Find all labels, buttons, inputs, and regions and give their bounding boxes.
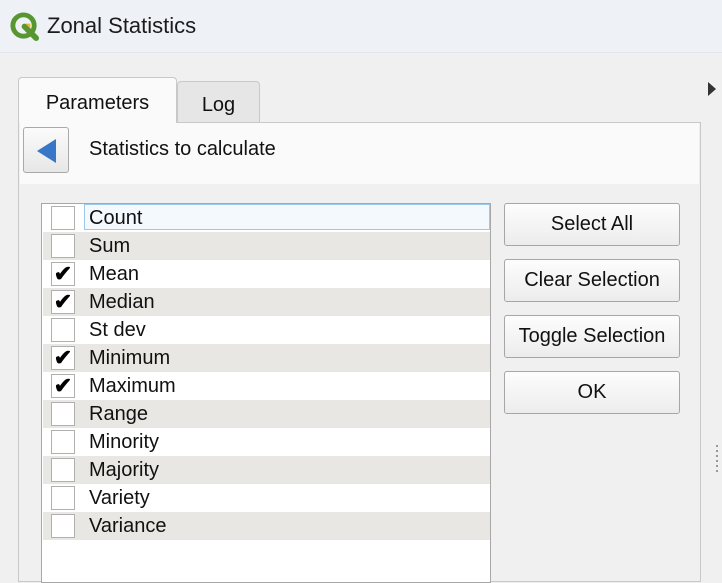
list-item[interactable]: Range — [43, 400, 490, 428]
list-item[interactable]: Sum — [43, 232, 490, 260]
qgis-logo-icon — [10, 12, 40, 42]
list-item[interactable]: Count — [43, 204, 490, 232]
statistics-list[interactable]: Count Sum ✔ Mean ✔ Median St dev ✔ Minimum ✔ Maxim… — [41, 203, 491, 583]
checkbox[interactable] — [51, 486, 75, 510]
title-bar: Zonal Statistics — [0, 0, 722, 52]
list-item[interactable]: Variance — [43, 512, 490, 540]
list-item-label: Variance — [89, 515, 167, 537]
list-item-label: Mean — [89, 263, 140, 285]
list-item-label: Minority — [89, 431, 160, 453]
list-item-label: St dev — [89, 319, 146, 341]
list-item-label: Majority — [89, 459, 160, 481]
checkbox-checked[interactable]: ✔ — [51, 374, 75, 398]
checkbox[interactable] — [51, 458, 75, 482]
checkbox[interactable] — [51, 206, 75, 230]
checkbox-checked[interactable]: ✔ — [51, 290, 75, 314]
resize-grip-icon[interactable] — [716, 445, 718, 475]
checkbox[interactable] — [51, 430, 75, 454]
checkbox-checked[interactable]: ✔ — [51, 262, 75, 286]
list-item-label: Range — [89, 403, 148, 425]
list-item[interactable]: Minority — [43, 428, 490, 456]
checkbox[interactable] — [51, 234, 75, 258]
list-item-label: Sum — [89, 235, 131, 257]
ok-button[interactable]: OK — [504, 371, 680, 414]
expand-panel-icon[interactable] — [708, 82, 716, 96]
list-item[interactable]: ✔ Maximum — [43, 372, 490, 400]
back-arrow-icon — [37, 139, 56, 163]
title-separator — [0, 52, 722, 53]
window-title: Zonal Statistics — [47, 13, 197, 38]
checkbox[interactable] — [51, 514, 75, 538]
list-item[interactable]: Variety — [43, 484, 490, 512]
list-item-label: Variety — [89, 487, 150, 509]
toggle-selection-button[interactable]: Toggle Selection — [504, 315, 680, 358]
list-item-label: Count — [89, 207, 143, 229]
list-item[interactable]: ✔ Minimum — [43, 344, 490, 372]
panel-title: Statistics to calculate — [89, 138, 276, 160]
list-item[interactable]: ✔ Median — [43, 288, 490, 316]
list-item[interactable]: ✔ Mean — [43, 260, 490, 288]
list-item-label: Minimum — [89, 347, 171, 369]
list-item-label: Maximum — [89, 375, 176, 397]
tab-parameters[interactable]: Parameters — [18, 77, 177, 123]
list-item[interactable]: St dev — [43, 316, 490, 344]
list-item-label: Median — [89, 291, 155, 313]
back-button[interactable] — [23, 127, 69, 173]
list-item[interactable]: Majority — [43, 456, 490, 484]
clear-selection-button[interactable]: Clear Selection — [504, 259, 680, 302]
checkbox-checked[interactable]: ✔ — [51, 346, 75, 370]
checkbox[interactable] — [51, 318, 75, 342]
current-item-highlight — [84, 204, 490, 230]
tab-log[interactable]: Log — [177, 81, 260, 123]
select-all-button[interactable]: Select All — [504, 203, 680, 246]
checkbox[interactable] — [51, 402, 75, 426]
